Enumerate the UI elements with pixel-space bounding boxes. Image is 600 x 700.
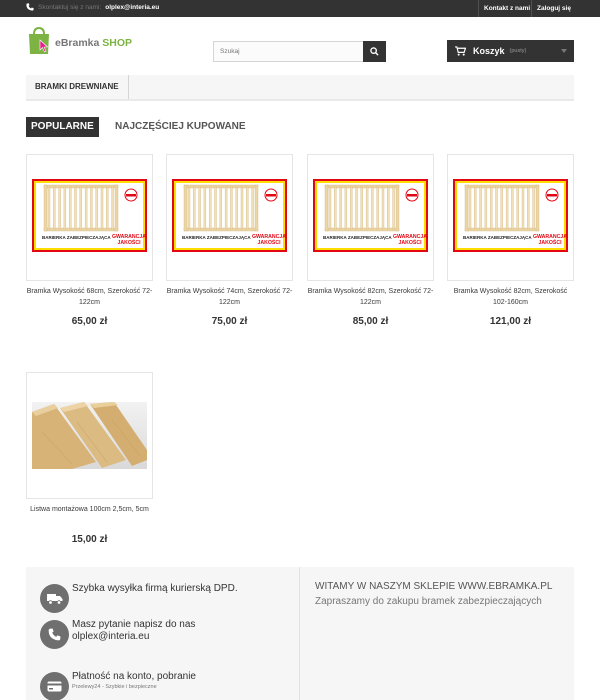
svg-text:JAKOŚCI: JAKOŚCI (117, 239, 141, 246)
safety-gate-image: BARIERKA ZABEZPIECZAJĄCA GWARANCJA JAKOŚ… (313, 179, 428, 252)
svg-text:BARIERKA ZABEZPIECZAJĄCA: BARIERKA ZABEZPIECZAJĄCA (42, 235, 111, 240)
product-name[interactable]: Bramka Wysokość 68cm, Szerokość 72-122cm (26, 286, 153, 308)
shopping-bag-logo-icon (29, 26, 49, 54)
logo-text: eBramka SHOP (55, 37, 133, 49)
cart-button[interactable]: Koszyk (pusty) (447, 40, 574, 62)
footer-divider (299, 567, 300, 700)
svg-text:JAKOŚCI: JAKOŚCI (257, 239, 281, 246)
question-contact-info: Masz pytanie napisz do nas olplex@interi… (72, 619, 196, 642)
product-image-link[interactable]: BARIERKA ZABEZPIECZAJĄCA GWARANCJA JAKOŚ… (166, 154, 293, 281)
footer-info-block: Szybka wysyłka firmą kurierską DPD. Masz… (26, 567, 574, 700)
search-icon (370, 47, 379, 56)
safety-gate-image: BARIERKA ZABEZPIECZAJĄCA GWARANCJA JAKOŚ… (172, 179, 287, 252)
contact-info: Skontaktuj się z nami: olplex@interia.eu (26, 3, 159, 11)
product-price: 85,00 zł (352, 316, 389, 327)
cart-status: (pusty) (509, 48, 527, 54)
search-button[interactable] (363, 41, 386, 62)
top-bar: Skontaktuj się z nami: olplex@interia.eu… (0, 0, 600, 17)
payment-info: Płatność na konto, pobranie (72, 671, 196, 682)
cart-label: Koszyk (473, 46, 505, 56)
contact-us-link[interactable]: Kontakt z nami (478, 0, 535, 17)
svg-text:JAKOŚCI: JAKOŚCI (398, 239, 422, 246)
tab-popular[interactable]: POPULARNE (26, 117, 99, 137)
truck-icon (40, 584, 69, 613)
phone-icon (26, 3, 34, 11)
tab-bestsellers[interactable]: NAJCZĘŚCIEJ KUPOWANE (115, 117, 246, 137)
product-image-link[interactable]: BARIERKA ZABEZPIECZAJĄCA GWARANCJA JAKOŚ… (26, 154, 153, 281)
main-menu: BRAMKI DREWNIANE (26, 75, 574, 101)
product-image-link[interactable]: BARIERKA ZABEZPIECZAJĄCA GWARANCJA JAKOŚ… (447, 154, 574, 281)
search-input[interactable] (213, 41, 363, 62)
product-price: 121,00 zł (489, 316, 532, 327)
menu-item-bramki-drewniane[interactable]: BRAMKI DREWNIANE (26, 75, 129, 99)
shipping-info: Szybka wysyłka firmą kurierską DPD. (72, 583, 238, 594)
svg-text:BARIERKA ZABEZPIECZAJĄCA: BARIERKA ZABEZPIECZAJĄCA (182, 235, 251, 240)
product-name[interactable]: Bramka Wysokość 82cm, Szerokość 72-122cm (307, 286, 434, 308)
phone-icon (40, 620, 69, 649)
svg-text:JAKOŚCI: JAKOŚCI (538, 239, 562, 246)
login-link[interactable]: Zaloguj się (531, 0, 576, 17)
chevron-down-icon (561, 49, 567, 53)
product-name[interactable]: Bramka Wysokość 82cm, Szerokość 102-160c… (447, 286, 574, 308)
product-price: 65,00 zł (71, 316, 108, 327)
contact-prefix: Skontaktuj się z nami: (38, 3, 102, 11)
product-price: 75,00 zł (211, 316, 248, 327)
shop-logo[interactable]: eBramka SHOP (26, 26, 132, 56)
welcome-text: Zapraszamy do zakupu bramek zabezpieczaj… (315, 596, 542, 607)
search-form (213, 41, 386, 62)
payment-subtext: Przelewy24 - Szybkie i bezpieczne (72, 684, 157, 690)
product-image-link[interactable]: BARIERKA ZABEZPIECZAJĄCA GWARANCJA JAKOŚ… (307, 154, 434, 281)
svg-text:BARIERKA ZABEZPIECZAJĄCA: BARIERKA ZABEZPIECZAJĄCA (323, 235, 392, 240)
svg-text:BARIERKA ZABEZPIECZAJĄCA: BARIERKA ZABEZPIECZAJĄCA (463, 235, 532, 240)
wooden-planks-image (32, 402, 147, 469)
product-name[interactable]: Bramka Wysokość 74cm, Szerokość 72-122cm (166, 286, 293, 308)
welcome-heading: WITAMY W NASZYM SKLEPIE WWW.EBRAMKA.PL (315, 581, 553, 592)
product-price: 15,00 zł (71, 534, 108, 545)
credit-card-icon (40, 672, 69, 700)
cart-icon (455, 46, 466, 56)
product-image-link[interactable] (26, 372, 153, 499)
safety-gate-image: BARIERKA ZABEZPIECZAJĄCA GWARANCJA JAKOŚ… (32, 179, 147, 252)
safety-gate-image: BARIERKA ZABEZPIECZAJĄCA GWARANCJA JAKOŚ… (453, 179, 568, 252)
product-name[interactable]: Listwa montażowa 100cm 2,5cm, 5cm (26, 504, 153, 515)
contact-email-link[interactable]: olplex@interia.eu (105, 4, 159, 11)
